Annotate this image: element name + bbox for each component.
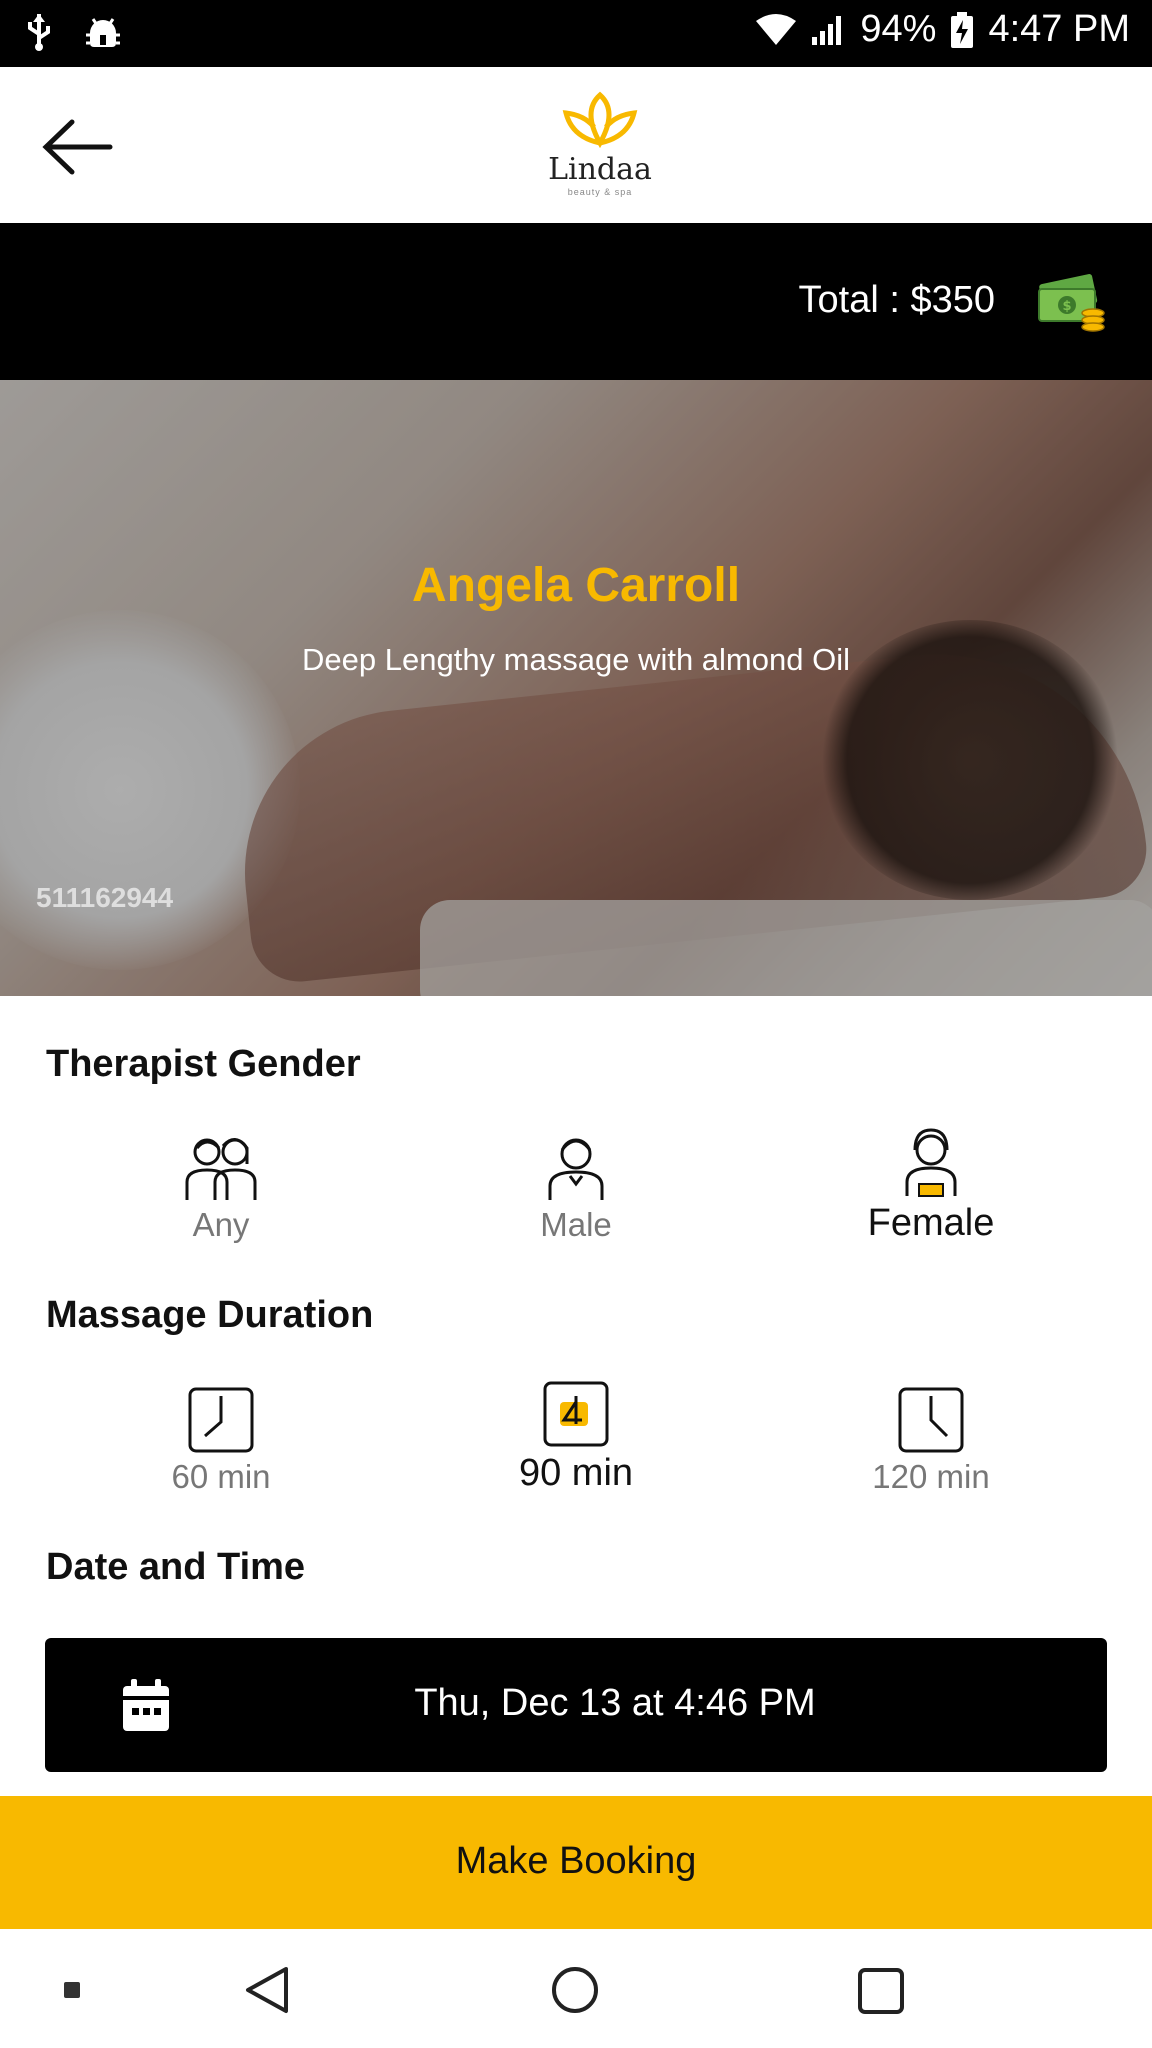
make-booking-button[interactable]: Make Booking xyxy=(0,1796,1152,1929)
female-therapist-icon xyxy=(905,1128,957,1197)
gender-option-female[interactable]: Female xyxy=(811,1126,1051,1245)
gender-male-label: Male xyxy=(540,1206,612,1243)
service-description: Deep Lengthy massage with almond Oil xyxy=(302,642,850,677)
triangle-back-icon xyxy=(246,1967,288,2013)
duration-120-label: 120 min xyxy=(872,1458,990,1495)
nav-dot-button[interactable] xyxy=(64,1982,80,2003)
image-id-watermark: 511162944 xyxy=(36,882,174,913)
signal-icon xyxy=(812,15,842,45)
male-therapist-icon xyxy=(548,1138,604,1200)
clock-icon xyxy=(188,1387,254,1453)
duration-option-60[interactable]: 60 min xyxy=(101,1386,341,1496)
svg-text:$: $ xyxy=(1062,299,1071,314)
hero-banner: Angela Carroll Deep Lengthy massage with… xyxy=(0,380,1152,996)
clock-icon xyxy=(898,1387,964,1453)
selected-date-time: Thu, Dec 13 at 4:46 PM xyxy=(414,1682,816,1724)
nav-recents-button[interactable] xyxy=(857,1967,905,2020)
date-time-picker-button[interactable]: Thu, Dec 13 at 4:46 PM xyxy=(45,1638,1107,1772)
nav-home-button[interactable] xyxy=(550,1965,600,2020)
total-bar: Total : $350 $ xyxy=(0,223,1152,380)
brand-logo: Lindaa beauty & spa xyxy=(530,87,670,207)
usb-icon xyxy=(28,14,50,51)
duration-option-90[interactable]: 90 min xyxy=(456,1380,696,1495)
gender-option-any[interactable]: Any xyxy=(101,1130,341,1244)
make-booking-label: Make Booking xyxy=(455,1840,697,1882)
wifi-icon xyxy=(756,13,797,45)
lotus-icon xyxy=(562,91,638,149)
gender-section-title: Therapist Gender xyxy=(46,1043,361,1085)
system-nav-bar xyxy=(0,1929,1152,2048)
datetime-section-title: Date and Time xyxy=(46,1546,306,1588)
brand-tagline: beauty & spa xyxy=(567,187,633,197)
therapist-name: Angela Carroll xyxy=(411,559,741,612)
money-icon: $ xyxy=(1038,274,1105,332)
square-recents-icon xyxy=(858,1968,904,2014)
nav-back-button[interactable] xyxy=(244,1965,290,2020)
gender-option-male[interactable]: Male xyxy=(456,1132,696,1244)
gender-female-label: Female xyxy=(867,1202,995,1244)
duration-60-label: 60 min xyxy=(171,1458,271,1495)
couple-icon xyxy=(185,1138,257,1200)
clock-icon xyxy=(543,1381,609,1447)
small-square-icon xyxy=(64,1982,80,1998)
brand-name: Lindaa xyxy=(548,152,652,187)
clock-time: 4:47 PM xyxy=(988,8,1130,50)
duration-90-label: 90 min xyxy=(518,1452,634,1494)
app-header: Lindaa beauty & spa xyxy=(0,67,1152,223)
duration-option-120[interactable]: 120 min xyxy=(811,1386,1051,1496)
back-button[interactable] xyxy=(40,112,120,182)
arrow-left-icon xyxy=(42,119,113,175)
gender-any-label: Any xyxy=(192,1206,250,1243)
total-price: Total : $350 xyxy=(798,279,995,321)
battery-percent: 94% xyxy=(860,8,937,50)
status-bar: 94% 4:47 PM xyxy=(0,0,1152,67)
battery-charging-icon xyxy=(951,11,974,48)
android-debug-icon xyxy=(86,18,120,47)
circle-home-icon xyxy=(552,1967,598,2013)
duration-section-title: Massage Duration xyxy=(46,1294,374,1336)
